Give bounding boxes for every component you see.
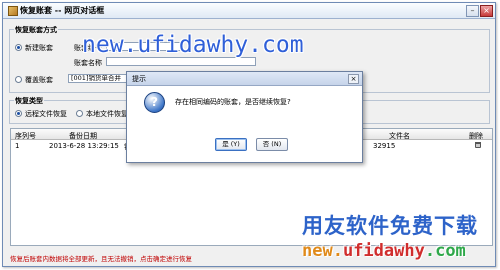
no-button[interactable]: 否 (N) (256, 138, 288, 151)
overwrite-account-radio[interactable] (15, 76, 22, 83)
window-app-icon (8, 6, 18, 16)
local-restore-radio[interactable] (76, 110, 83, 117)
close-window-button[interactable]: × (480, 5, 493, 17)
confirm-dialog-titlebar: 提示 × (127, 72, 362, 86)
confirm-dialog-title: 提示 (132, 75, 146, 83)
new-account-label: 新建账套 (25, 44, 53, 52)
remote-restore-label: 远程文件恢复 (25, 110, 67, 118)
minimize-button[interactable]: – (466, 5, 479, 17)
remote-restore-radio[interactable] (15, 110, 22, 117)
account-name-input[interactable] (106, 57, 256, 66)
local-restore-label: 本地文件恢复 (86, 110, 128, 118)
trash-icon[interactable] (475, 142, 481, 148)
window-title: 恢复账套 -- 网页对话框 (20, 6, 105, 15)
new-account-radio[interactable] (15, 44, 22, 51)
watermark-url-top: new.ufidawhy.com (82, 32, 304, 58)
close-icon[interactable]: × (348, 74, 359, 84)
confirm-message: 存在相同编码的账套，是否继续恢复? (175, 98, 291, 106)
overwrite-account-label: 覆盖账套 (25, 76, 53, 84)
account-name-label: 账套名称 (74, 59, 102, 67)
question-icon: ? (144, 92, 165, 113)
restore-warning-text: 恢复后账套内数据将全部更新，且无法撤销，点击确定进行恢复 (10, 255, 192, 263)
row-backup-date: 2013-6-28 13:29:15 (49, 142, 119, 150)
watermark-url-new: new. (302, 241, 343, 261)
row-file-name: 32915 (373, 142, 396, 150)
window-titlebar: 恢复账套 -- 网页对话框 – × (3, 3, 495, 19)
restore-type-legend: 恢复类型 (14, 96, 44, 106)
restore-method-legend: 恢复账套方式 (14, 25, 58, 35)
watermark-url-domain: ufidawhy (342, 241, 425, 261)
confirm-dialog: 提示 × ? 存在相同编码的账套，是否继续恢复? 是 (Y) 否 (N) (126, 71, 363, 163)
watermark-url-bottom: new.ufidawhy.com (302, 241, 466, 261)
yes-button[interactable]: 是 (Y) (215, 138, 247, 151)
row-seq: 1 (15, 142, 20, 150)
watermark-brand-text: 用友软件免费下载 (302, 214, 478, 238)
watermark-url-com: .com (424, 241, 466, 261)
